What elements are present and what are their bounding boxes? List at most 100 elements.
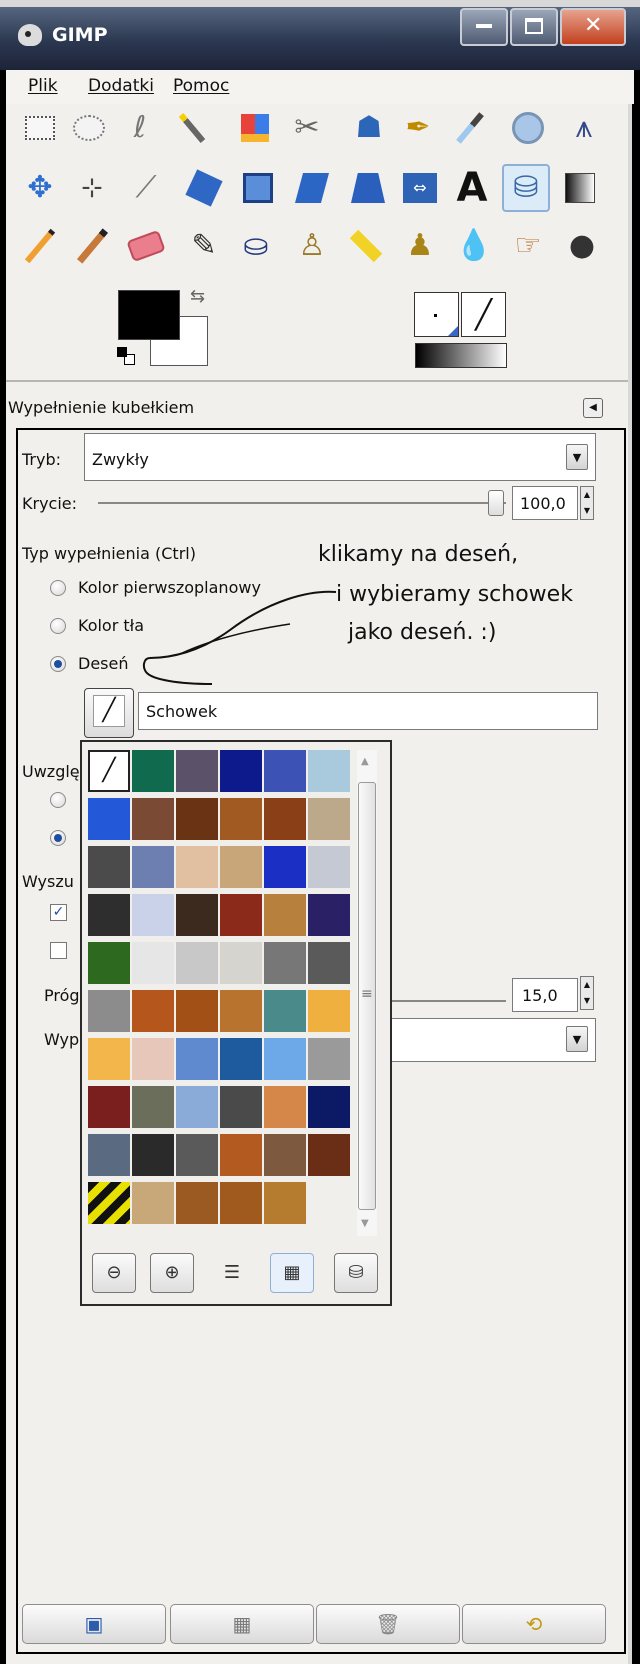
blur-icon[interactable]: 💧 bbox=[452, 224, 496, 268]
sample-merged-checkbox[interactable] bbox=[50, 942, 67, 959]
paintbrush-icon[interactable] bbox=[70, 224, 114, 268]
pattern-swatch[interactable] bbox=[220, 990, 262, 1032]
maximize-button[interactable] bbox=[510, 8, 558, 46]
rect-select-icon[interactable] bbox=[18, 106, 62, 150]
color-select-icon[interactable] bbox=[233, 106, 277, 150]
opacity-slider-handle[interactable] bbox=[488, 490, 504, 516]
menu-pomoc[interactable]: Pomoc bbox=[173, 76, 229, 96]
fuzzy-select-icon[interactable] bbox=[170, 106, 214, 150]
opacity-slider[interactable] bbox=[98, 502, 506, 504]
fill-bg-radio[interactable] bbox=[50, 618, 66, 634]
pattern-swatch[interactable] bbox=[308, 942, 350, 984]
list-view-button[interactable]: ☰ bbox=[210, 1253, 254, 1293]
clone-icon[interactable]: ♙ bbox=[290, 224, 334, 268]
pattern-swatch[interactable] bbox=[88, 798, 130, 840]
affected-selection-radio[interactable] bbox=[50, 792, 66, 808]
pattern-swatch[interactable] bbox=[132, 1182, 174, 1224]
paths-icon[interactable]: ✒ bbox=[396, 106, 440, 150]
pattern-swatch[interactable] bbox=[308, 750, 350, 792]
threshold-slider[interactable] bbox=[376, 1000, 506, 1002]
pattern-swatch[interactable] bbox=[264, 846, 306, 888]
pattern-swatch[interactable] bbox=[308, 1038, 350, 1080]
pattern-swatch[interactable] bbox=[220, 1086, 262, 1128]
pattern-swatch[interactable] bbox=[220, 894, 262, 936]
gradient-preview[interactable] bbox=[415, 343, 507, 368]
reset-options-button[interactable]: ⟲ bbox=[462, 1604, 606, 1644]
menu-dodatki[interactable]: Dodatki bbox=[88, 76, 154, 96]
pattern-swatch[interactable] bbox=[220, 1182, 262, 1224]
zoom-out-button[interactable]: ⊖ bbox=[92, 1253, 136, 1293]
pattern-swatch[interactable] bbox=[264, 750, 306, 792]
pattern-swatch[interactable] bbox=[264, 1038, 306, 1080]
ellipse-select-icon[interactable] bbox=[67, 106, 111, 150]
fill-pattern-radio[interactable] bbox=[50, 656, 66, 672]
opacity-spinner[interactable]: ▲ ▼ bbox=[580, 486, 594, 520]
foreground-color-swatch[interactable] bbox=[118, 290, 180, 340]
pattern-swatch[interactable] bbox=[176, 1182, 218, 1224]
pattern-swatch[interactable] bbox=[176, 1038, 218, 1080]
heal-icon[interactable] bbox=[344, 224, 388, 268]
crop-icon[interactable]: ⟋ bbox=[124, 166, 168, 210]
pattern-swatch[interactable] bbox=[176, 894, 218, 936]
pattern-swatch[interactable] bbox=[176, 798, 218, 840]
pattern-swatch[interactable] bbox=[176, 846, 218, 888]
pattern-swatch[interactable] bbox=[220, 942, 262, 984]
pattern-swatch[interactable] bbox=[220, 1038, 262, 1080]
zoom-icon[interactable] bbox=[506, 106, 550, 150]
pattern-swatch[interactable] bbox=[132, 894, 174, 936]
threshold-spinner[interactable]: ▲ ▼ bbox=[580, 976, 594, 1010]
pattern-swatch[interactable] bbox=[220, 846, 262, 888]
pencil-icon[interactable] bbox=[18, 224, 62, 268]
pattern-swatch[interactable] bbox=[176, 990, 218, 1032]
fill-fg-radio[interactable] bbox=[50, 580, 66, 596]
eraser-icon[interactable] bbox=[124, 224, 168, 268]
pattern-swatch[interactable] bbox=[264, 990, 306, 1032]
pattern-swatch[interactable] bbox=[264, 1134, 306, 1176]
pattern-swatch[interactable] bbox=[220, 798, 262, 840]
restore-options-button[interactable]: ▦ bbox=[170, 1604, 314, 1644]
pattern-swatch[interactable] bbox=[88, 1086, 130, 1128]
ink-icon[interactable]: ⛀ bbox=[234, 224, 278, 268]
pattern-swatch[interactable] bbox=[88, 1038, 130, 1080]
pattern-button[interactable]: ╱ bbox=[84, 688, 134, 738]
pattern-swatch[interactable] bbox=[88, 846, 130, 888]
rotate-icon[interactable] bbox=[182, 166, 226, 210]
pattern-swatch[interactable] bbox=[88, 894, 130, 936]
pattern-swatch[interactable] bbox=[132, 1086, 174, 1128]
pattern-swatch[interactable] bbox=[308, 990, 350, 1032]
flip-icon[interactable]: ⇔ bbox=[398, 166, 442, 210]
pattern-swatch[interactable] bbox=[308, 894, 350, 936]
free-select-icon[interactable]: ℓ bbox=[118, 106, 162, 150]
text-icon[interactable]: A bbox=[450, 166, 494, 210]
pattern-swatch[interactable] bbox=[264, 894, 306, 936]
foreground-select-icon[interactable]: ☗ bbox=[347, 106, 391, 150]
shear-icon[interactable] bbox=[290, 166, 334, 210]
move-icon[interactable]: ✥ bbox=[18, 166, 62, 210]
swap-colors-icon[interactable]: ⇆ bbox=[190, 286, 205, 307]
pattern-swatch[interactable] bbox=[220, 1134, 262, 1176]
pattern-swatch[interactable] bbox=[132, 1134, 174, 1176]
scroll-down-icon[interactable]: ▼ bbox=[361, 1218, 369, 1229]
scissors-select-icon[interactable]: ✂ bbox=[285, 106, 329, 150]
pattern-swatch[interactable] bbox=[176, 1086, 218, 1128]
pattern-preview[interactable]: ╱ bbox=[461, 292, 506, 337]
dodge-burn-icon[interactable]: ● bbox=[560, 224, 604, 268]
pattern-swatch[interactable] bbox=[88, 990, 130, 1032]
pattern-swatch[interactable] bbox=[132, 846, 174, 888]
smudge-icon[interactable]: ☞ bbox=[506, 224, 550, 268]
pattern-swatch[interactable] bbox=[264, 942, 306, 984]
perspective-clone-icon[interactable]: ♟ bbox=[398, 224, 442, 268]
pattern-swatch[interactable] bbox=[264, 798, 306, 840]
pattern-swatch[interactable] bbox=[132, 1038, 174, 1080]
pattern-swatch[interactable] bbox=[132, 750, 174, 792]
fill-by-dropdown-icon[interactable]: ▼ bbox=[566, 1026, 588, 1052]
pattern-swatch[interactable] bbox=[264, 1182, 306, 1224]
save-options-button[interactable]: ▣ bbox=[22, 1604, 166, 1644]
bucket-fill-icon[interactable]: ⛁ bbox=[502, 164, 550, 212]
delete-options-button[interactable]: 🗑 bbox=[316, 1604, 460, 1644]
pattern-swatch[interactable] bbox=[176, 1134, 218, 1176]
scale-icon[interactable] bbox=[236, 166, 280, 210]
pattern-swatch[interactable] bbox=[308, 846, 350, 888]
mode-select[interactable] bbox=[84, 433, 596, 481]
open-patterns-dialog-button[interactable]: ⛁ bbox=[334, 1253, 378, 1293]
